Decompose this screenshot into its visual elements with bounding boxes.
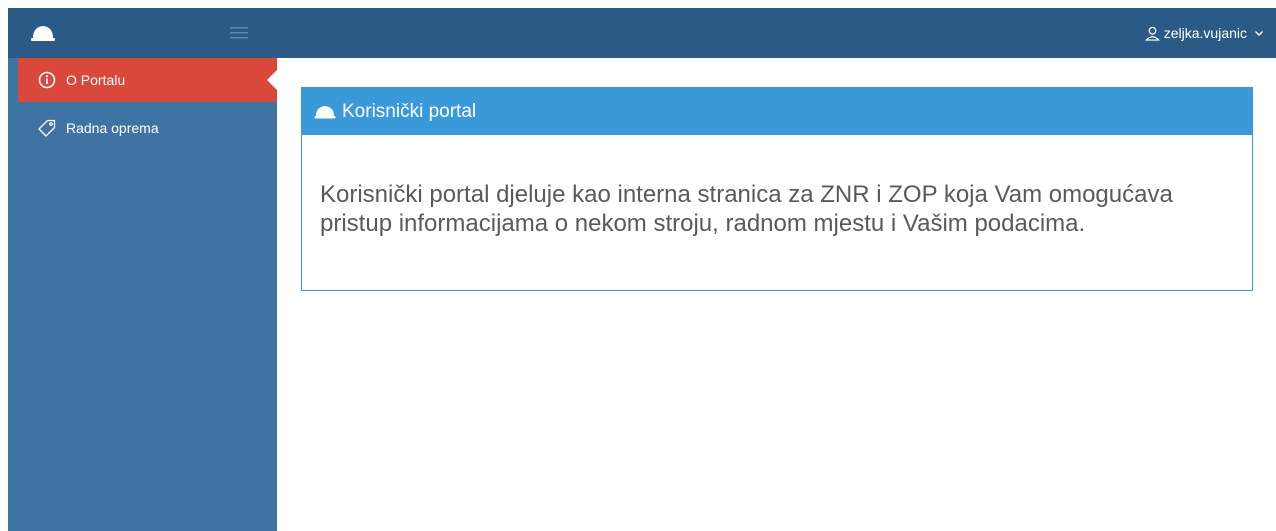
tag-icon	[38, 119, 56, 137]
helmet-icon	[314, 105, 336, 118]
panel-body-text: Korisnički portal djeluje kao interna st…	[320, 181, 1173, 237]
username: zeljka.vujanic	[1163, 25, 1247, 41]
user-menu[interactable]: zeljka.vujanic	[1144, 23, 1264, 43]
sidebar-item-label: O Portalu	[66, 72, 126, 88]
sidebar: O Portalu Radna oprema	[8, 58, 277, 531]
sidebar-item-radna-oprema[interactable]: Radna oprema	[18, 106, 277, 150]
panel-heading: Korisnički portal	[302, 88, 1252, 135]
top-navbar: zeljka.vujanic	[8, 8, 1276, 58]
hamburger-icon[interactable]	[228, 24, 250, 42]
info-circle-icon	[38, 71, 56, 89]
app-window: zeljka.vujanic O Portalu Radna oprema Ko…	[8, 8, 1276, 531]
chevron-down-icon	[1255, 31, 1263, 36]
info-panel: Korisnički portal Korisnički portal djel…	[301, 87, 1253, 291]
panel-title: Korisnički portal	[342, 100, 477, 122]
helmet-icon[interactable]	[30, 23, 56, 43]
sidebar-item-o-portalu[interactable]: O Portalu	[18, 58, 277, 102]
sidebar-item-label: Radna oprema	[66, 120, 159, 136]
user-icon	[1144, 26, 1160, 41]
